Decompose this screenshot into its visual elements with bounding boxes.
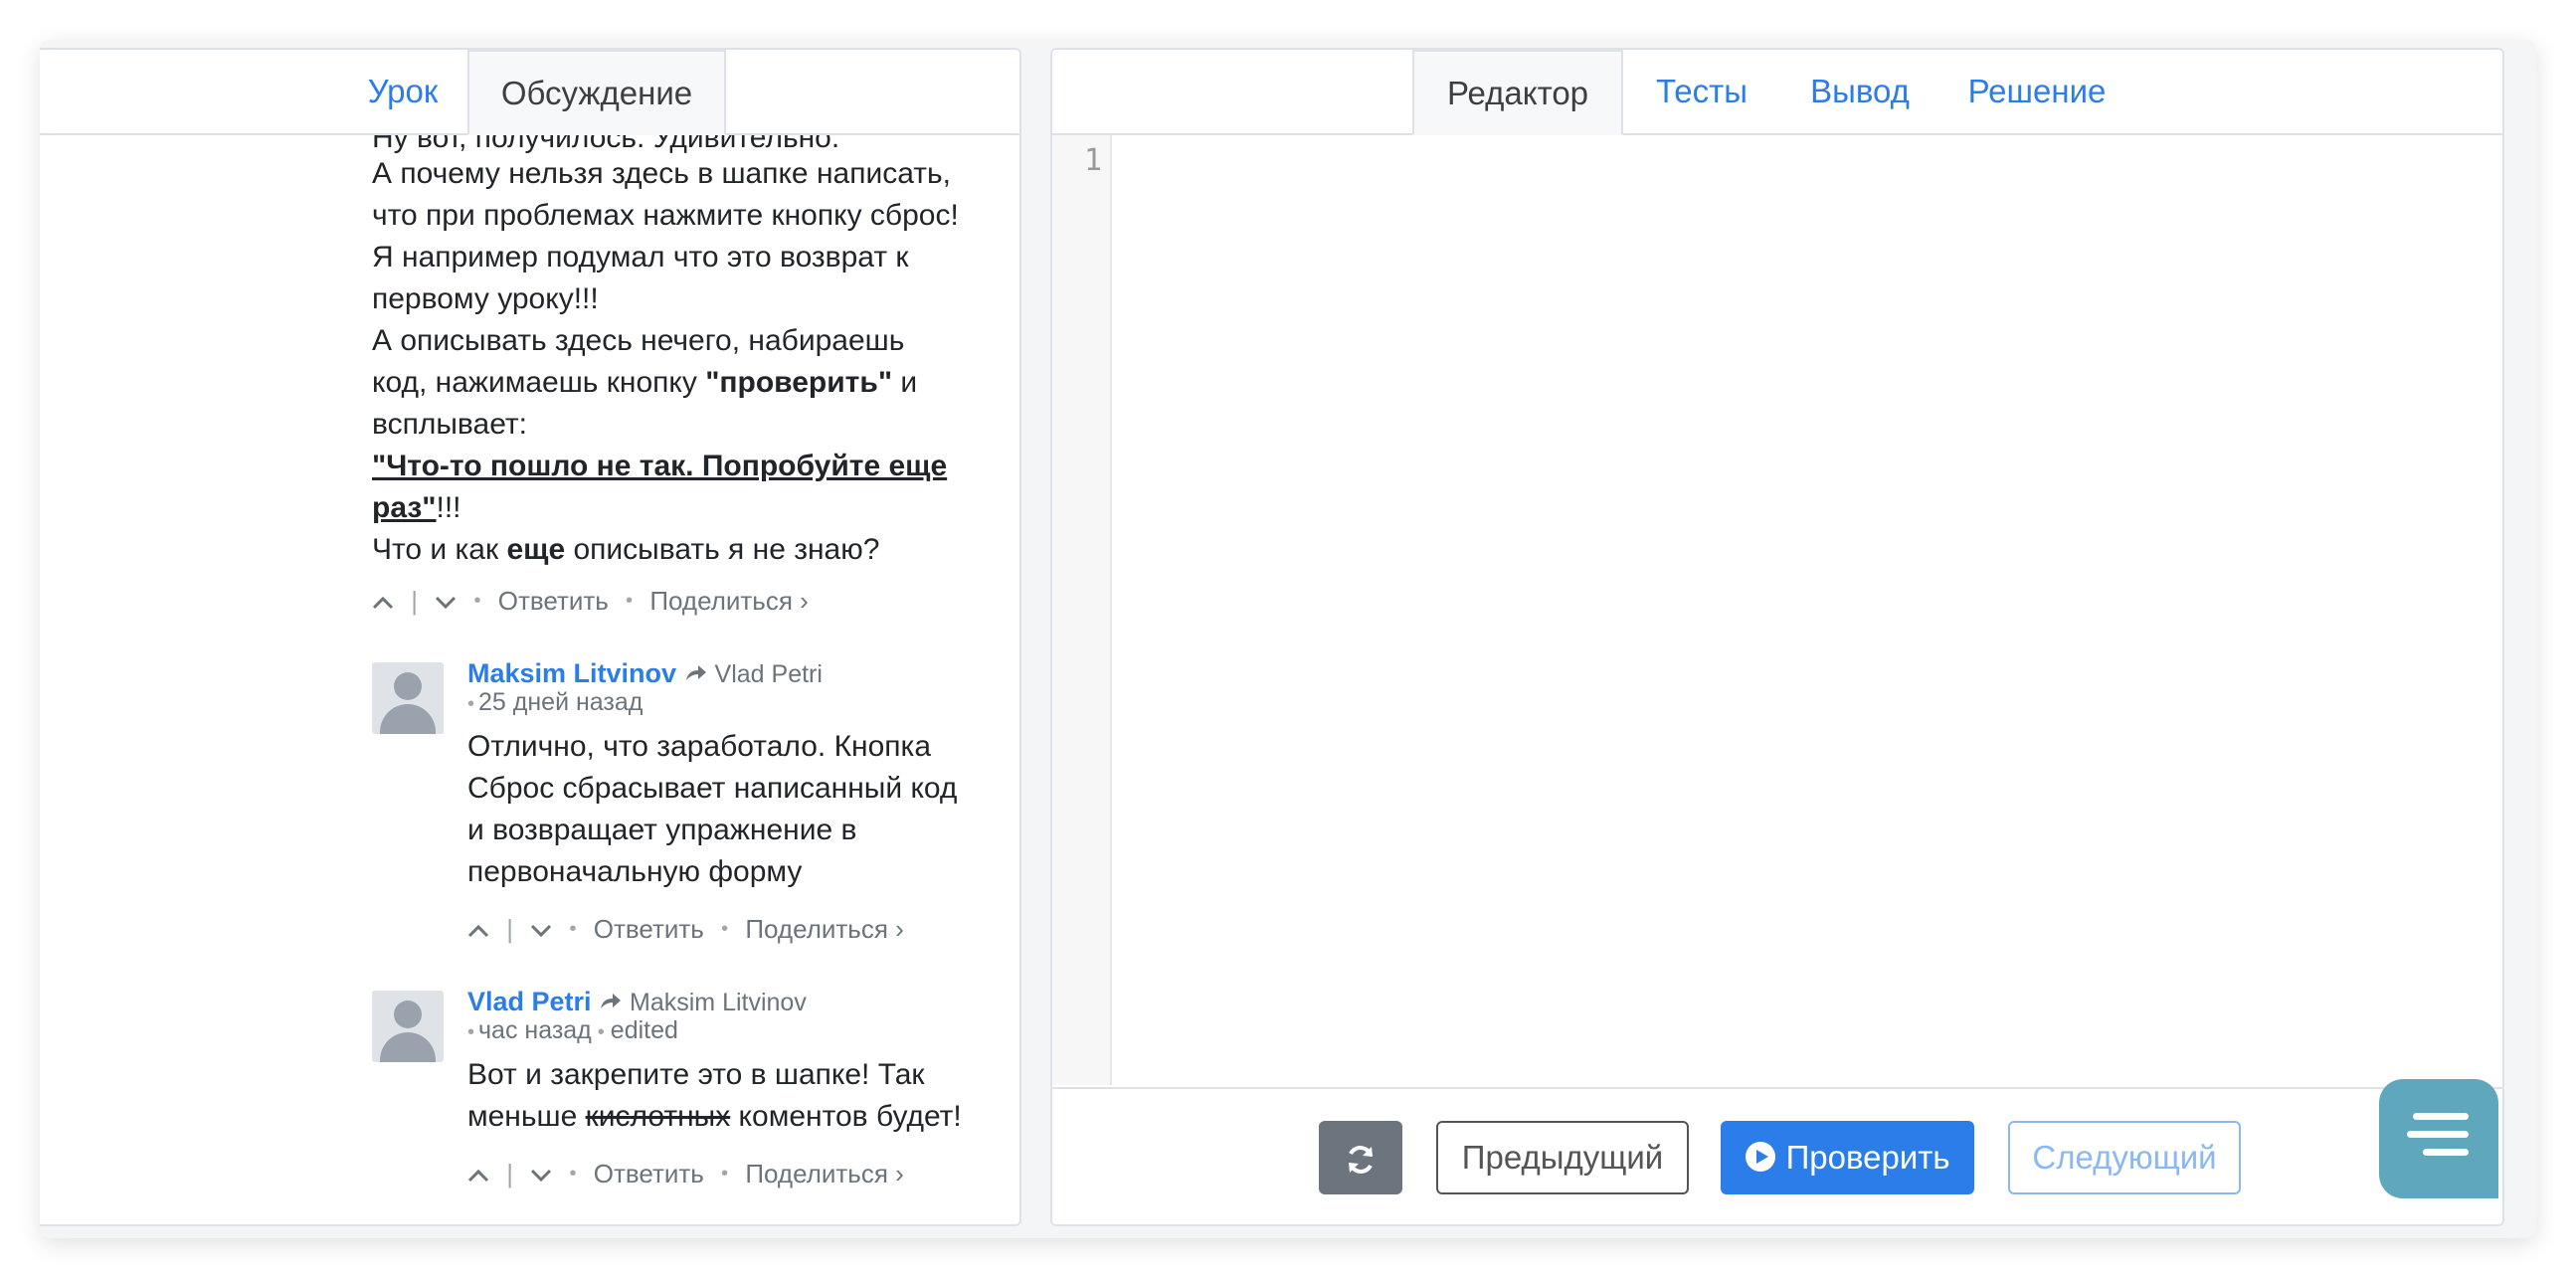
- next-button[interactable]: Следующий: [2008, 1121, 2241, 1194]
- comment-author[interactable]: Maksim Litvinov Vlad Petri: [467, 658, 823, 689]
- code-editor[interactable]: 1: [1052, 135, 2502, 1085]
- discussion-panel: Урок Обсуждение Ну вот, получилось. Удив…: [40, 48, 1021, 1226]
- refresh-icon: [1349, 1146, 1373, 1174]
- comment-text: Вот и закрепите это в шапке! Так: [467, 1058, 925, 1091]
- comment-text: А почему нельзя здесь в шапке написать,: [372, 157, 951, 190]
- downvote-icon[interactable]: [435, 581, 457, 621]
- avatar[interactable]: [372, 991, 444, 1062]
- comment-actions: | • Ответить • Поделиться ›: [372, 579, 809, 619]
- comment-text: А описывать здесь нечего, набираешь: [372, 324, 905, 357]
- comment-text: Я например подумал что это возврат к: [372, 241, 909, 274]
- line-number: 1: [1083, 143, 1102, 178]
- avatar[interactable]: [372, 662, 444, 734]
- share-link[interactable]: Поделиться ›: [745, 909, 903, 949]
- comment-actions: | • Ответить • Поделиться ›: [467, 1152, 904, 1191]
- reply-link[interactable]: Ответить: [594, 909, 704, 949]
- reply-to-name[interactable]: Vlad Petri: [715, 660, 823, 688]
- app-window: Урок Обсуждение Ну вот, получилось. Удив…: [40, 40, 2536, 1238]
- tab-lesson[interactable]: Урок: [338, 50, 467, 133]
- editor-footer: Предыдущий Проверить Следующий: [1052, 1087, 2502, 1224]
- comment-text: первоначальную форму: [467, 855, 803, 888]
- left-tabs: Урок Обсуждение: [40, 50, 1019, 135]
- comment-text: "Что-то пошло не так. Попробуйте еще: [372, 450, 948, 482]
- play-circle-icon: [1746, 1142, 1776, 1173]
- edited-label: edited: [610, 1016, 678, 1044]
- comment-text: Что и как еще описывать я не знаю?: [372, 533, 880, 566]
- comment-text: меньше кислотных коментов будет!: [467, 1100, 962, 1133]
- reply-arrow-icon: [685, 665, 706, 680]
- comment-thread: Ну вот, получилось. Удивительно. А почем…: [40, 135, 1019, 1224]
- upvote-icon[interactable]: [467, 909, 489, 949]
- reply-to-name[interactable]: Maksim Litvinov: [630, 989, 807, 1016]
- tab-output[interactable]: Вывод: [1780, 50, 1939, 133]
- upvote-icon[interactable]: [372, 581, 394, 621]
- downvote-icon[interactable]: [530, 909, 552, 949]
- comment-text: раз"!!!: [372, 491, 461, 524]
- reset-button[interactable]: [1319, 1121, 1402, 1194]
- tab-solution[interactable]: Решение: [1939, 50, 2134, 133]
- reply-link[interactable]: Ответить: [594, 1154, 704, 1193]
- previous-button[interactable]: Предыдущий: [1436, 1121, 1689, 1194]
- comment-time[interactable]: • час назад • edited: [467, 1016, 678, 1045]
- reply-arrow-icon: [601, 994, 622, 1008]
- editor-panel: Редактор Тесты Вывод Решение 1 Предыдущи…: [1050, 48, 2504, 1226]
- comment-time[interactable]: • 25 дней назад: [467, 688, 643, 717]
- reply-link[interactable]: Ответить: [498, 581, 609, 621]
- comment-text: и возвращает упражнение в: [467, 814, 857, 846]
- comment-author[interactable]: Vlad Petri Maksim Litvinov: [467, 987, 807, 1017]
- downvote-icon[interactable]: [530, 1154, 552, 1193]
- comment-text: что при проблемах нажмите кнопку сброс!: [372, 199, 959, 232]
- comment-text: первому уроку!!!: [372, 282, 599, 315]
- comment-text: Сброс сбрасывает написанный код: [467, 772, 958, 805]
- tab-tests[interactable]: Тесты: [1623, 50, 1780, 133]
- line-gutter: 1: [1052, 135, 1112, 1085]
- comment-actions: | • Ответить • Поделиться ›: [467, 907, 904, 947]
- upvote-icon[interactable]: [467, 1154, 489, 1193]
- share-link[interactable]: Поделиться ›: [745, 1154, 903, 1193]
- check-button[interactable]: Проверить: [1721, 1121, 1974, 1194]
- tab-discussion[interactable]: Обсуждение: [467, 50, 726, 135]
- chat-icon: [2413, 1113, 2469, 1120]
- comment-text: Отлично, что заработало. Кнопка: [467, 730, 932, 763]
- comment-text: всплывает:: [372, 408, 527, 441]
- right-tabs: Редактор Тесты Вывод Решение: [1052, 50, 2502, 135]
- share-link[interactable]: Поделиться ›: [649, 581, 808, 621]
- comment-text: код, нажимаешь кнопку "проверить" и: [372, 366, 918, 399]
- tab-editor[interactable]: Редактор: [1412, 50, 1623, 135]
- check-button-label: Проверить: [1785, 1139, 1950, 1176]
- chat-widget-button[interactable]: [2379, 1079, 2498, 1198]
